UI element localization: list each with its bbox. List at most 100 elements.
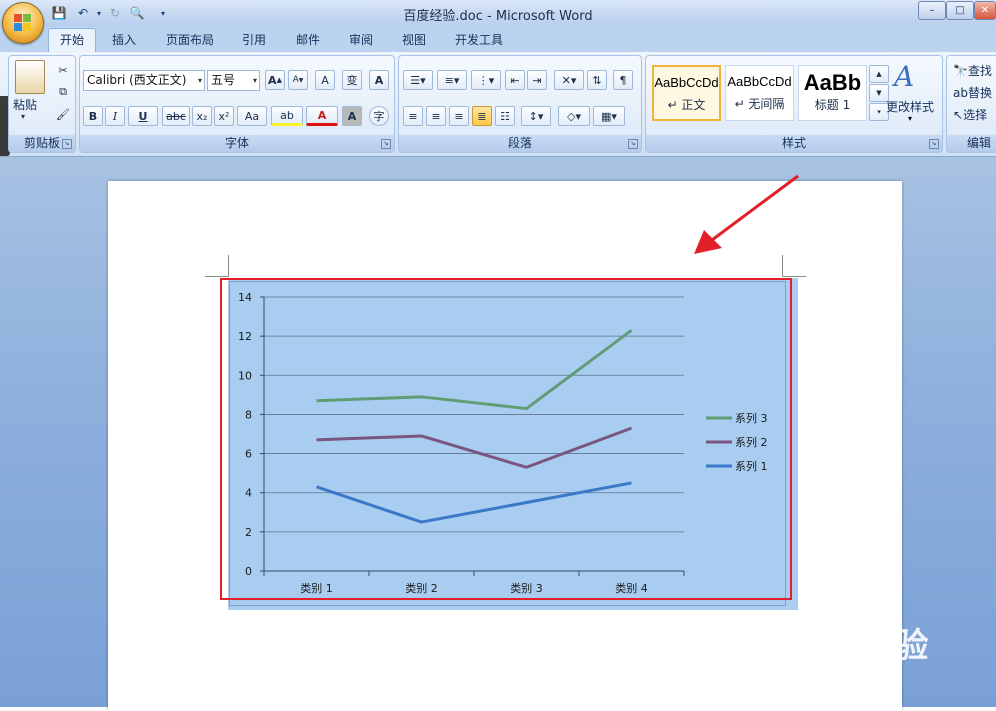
italic-button[interactable]: I (105, 106, 125, 126)
increase-indent-icon[interactable]: ⇥ (527, 70, 547, 90)
styles-scroll-up-icon[interactable]: ▲ (869, 65, 889, 83)
tab-page-layout[interactable]: 页面布局 (160, 30, 220, 50)
styles-label: 样式 (646, 135, 942, 152)
shading-icon[interactable]: ◇▾ (558, 106, 590, 126)
font-color-button[interactable]: A (306, 106, 338, 126)
tab-view[interactable]: 视图 (394, 30, 434, 50)
bold-button[interactable]: B (83, 106, 103, 126)
tab-home[interactable]: 开始 (48, 28, 96, 53)
style-no-spacing[interactable]: AaBbCcDd ↵ 无间隔 (725, 65, 794, 121)
grow-font-button[interactable]: A ▲ (265, 70, 285, 90)
char-border-icon: A (374, 73, 384, 87)
font-name-combo[interactable]: Calibri (西文正文) ▾ (83, 70, 205, 91)
highlight-button[interactable]: ab (271, 106, 303, 126)
highlight-rectangle (220, 278, 792, 600)
char-shading-button[interactable]: A (342, 106, 362, 126)
office-button[interactable] (2, 2, 44, 44)
tab-developer[interactable]: 开发工具 (448, 30, 510, 50)
paste-icon[interactable] (15, 60, 45, 94)
enclose-char-button[interactable]: 字 (369, 106, 389, 126)
office-logo-icon (14, 14, 32, 32)
sort-icon[interactable]: ⇅ (587, 70, 607, 90)
show-marks-icon[interactable]: ¶ (613, 70, 633, 90)
find-icon: 🔭 (953, 64, 968, 78)
style-heading-1[interactable]: AaBb 标题 1 (798, 65, 867, 121)
clipboard-group: 粘贴 ▾ ✂ ⧉ 🖌 剪贴板 ↘ (8, 55, 76, 153)
crop-mark (782, 255, 783, 277)
chevron-down-icon: ▾ (197, 76, 202, 85)
font-label: 字体 (80, 135, 394, 152)
change-case-button[interactable]: Aa (237, 106, 267, 126)
paragraph-label: 段落 (399, 135, 641, 152)
phonetic-guide-button[interactable]: 变 (342, 70, 362, 90)
style-normal[interactable]: AaBbCcDd ↵ 正文 (652, 65, 721, 121)
numbering-icon[interactable]: ≡▾ (437, 70, 467, 90)
font-name-value: Calibri (西文正文) (87, 73, 187, 87)
line-spacing-icon[interactable]: ↕▾ (521, 106, 551, 126)
close-button[interactable]: ✕ (974, 1, 996, 20)
change-styles-button[interactable]: 更改样式 (886, 98, 934, 115)
tab-insert[interactable]: 插入 (104, 30, 144, 50)
styles-group: AaBbCcDd ↵ 正文 AaBbCcDd ↵ 无间隔 AaBb 标题 1 ▲… (645, 55, 943, 153)
underline-button[interactable]: U (128, 106, 158, 126)
baidu-watermark: Baidu经验 jingyan.baidu.com (760, 598, 990, 688)
clear-format-button[interactable]: A (315, 70, 335, 90)
multilevel-list-icon[interactable]: ⋮▾ (471, 70, 501, 90)
tab-review[interactable]: 审阅 (341, 30, 381, 50)
select-button[interactable]: ↖选择 (953, 106, 987, 123)
change-styles-dropdown-icon[interactable]: ▾ (908, 114, 912, 123)
decrease-indent-icon[interactable]: ⇤ (505, 70, 525, 90)
style-no-spacing-sample: AaBbCcDd (727, 74, 792, 89)
paragraph-launcher-icon[interactable]: ↘ (628, 139, 638, 149)
subscript-button[interactable]: x₂ (192, 106, 212, 126)
style-heading-1-sample: AaBb (803, 70, 862, 95)
chinese-layout-icon[interactable]: ✕▾ (554, 70, 584, 90)
editing-label: 编辑 (947, 135, 996, 152)
replace-label: 替换 (967, 86, 992, 100)
font-group: Calibri (西文正文) ▾ 五号 ▾ A ▲ A ▼ A 变 A B I U ab… (79, 55, 395, 153)
editing-group: 🔭查找 ab替换 ↖选择 编辑 (946, 55, 996, 153)
style-normal-name: ↵ 正文 (667, 98, 706, 112)
justify-icon[interactable]: ≣ (472, 106, 492, 126)
phonetic-guide-icon: 变 (346, 74, 358, 87)
styles-launcher-icon[interactable]: ↘ (929, 139, 939, 149)
title-bar: 💾 ↶ ▾ ↻ 🔍 ▾ 百度经验.doc - Microsoft Word – … (0, 0, 996, 26)
paste-button[interactable]: 粘贴 (13, 96, 37, 113)
find-button[interactable]: 🔭查找 (953, 62, 992, 79)
baidu-url: jingyan.baidu.com (764, 664, 893, 681)
maximize-button[interactable]: □ (946, 1, 974, 20)
change-styles-icon[interactable]: A (894, 60, 914, 93)
grow-font-icon: A (268, 73, 277, 87)
font-size-value: 五号 (211, 73, 236, 87)
font-size-combo[interactable]: 五号 ▾ (207, 70, 260, 91)
replace-button[interactable]: ab替换 (953, 84, 992, 101)
copy-icon[interactable]: ⧉ (53, 82, 73, 102)
format-painter-icon[interactable]: 🖌 (53, 104, 73, 124)
align-center-icon[interactable]: ≡ (426, 106, 446, 126)
chevron-down-icon: ▾ (252, 76, 257, 85)
style-heading-1-name: 标题 1 (814, 98, 851, 112)
align-right-icon[interactable]: ≡ (449, 106, 469, 126)
tab-mailings[interactable]: 邮件 (288, 30, 328, 50)
clear-format-icon: A (321, 73, 329, 87)
align-left-icon[interactable]: ≡ (403, 106, 423, 126)
crop-mark (205, 276, 228, 277)
paste-dropdown-icon[interactable]: ▾ (21, 112, 25, 121)
cursor-icon: ↖ (953, 108, 964, 122)
bullets-icon[interactable]: ☰▾ (403, 70, 433, 90)
distributed-icon[interactable]: ☷ (495, 106, 515, 126)
shrink-font-button[interactable]: A ▼ (288, 70, 308, 90)
minimize-button[interactable]: – (918, 1, 946, 20)
cut-icon[interactable]: ✂ (53, 60, 73, 80)
font-launcher-icon[interactable]: ↘ (381, 139, 391, 149)
clipboard-launcher-icon[interactable]: ↘ (62, 139, 72, 149)
strikethrough-button[interactable]: abc (162, 106, 190, 126)
char-border-button[interactable]: A (369, 70, 389, 90)
paragraph-group: ☰▾ ≡▾ ⋮▾ ⇤ ⇥ ✕▾ ⇅ ¶ ≡ ≡ ≡ ≣ ☷ ↕▾ ◇▾ ▦▾ 段… (398, 55, 642, 153)
crop-mark (228, 255, 229, 277)
tab-references[interactable]: 引用 (234, 30, 274, 50)
superscript-button[interactable]: x² (214, 106, 234, 126)
window-title: 百度经验.doc - Microsoft Word (403, 9, 593, 24)
ribbon-tabs: 开始 插入 页面布局 引用 邮件 审阅 视图 开发工具 (0, 26, 996, 53)
borders-icon[interactable]: ▦▾ (593, 106, 625, 126)
